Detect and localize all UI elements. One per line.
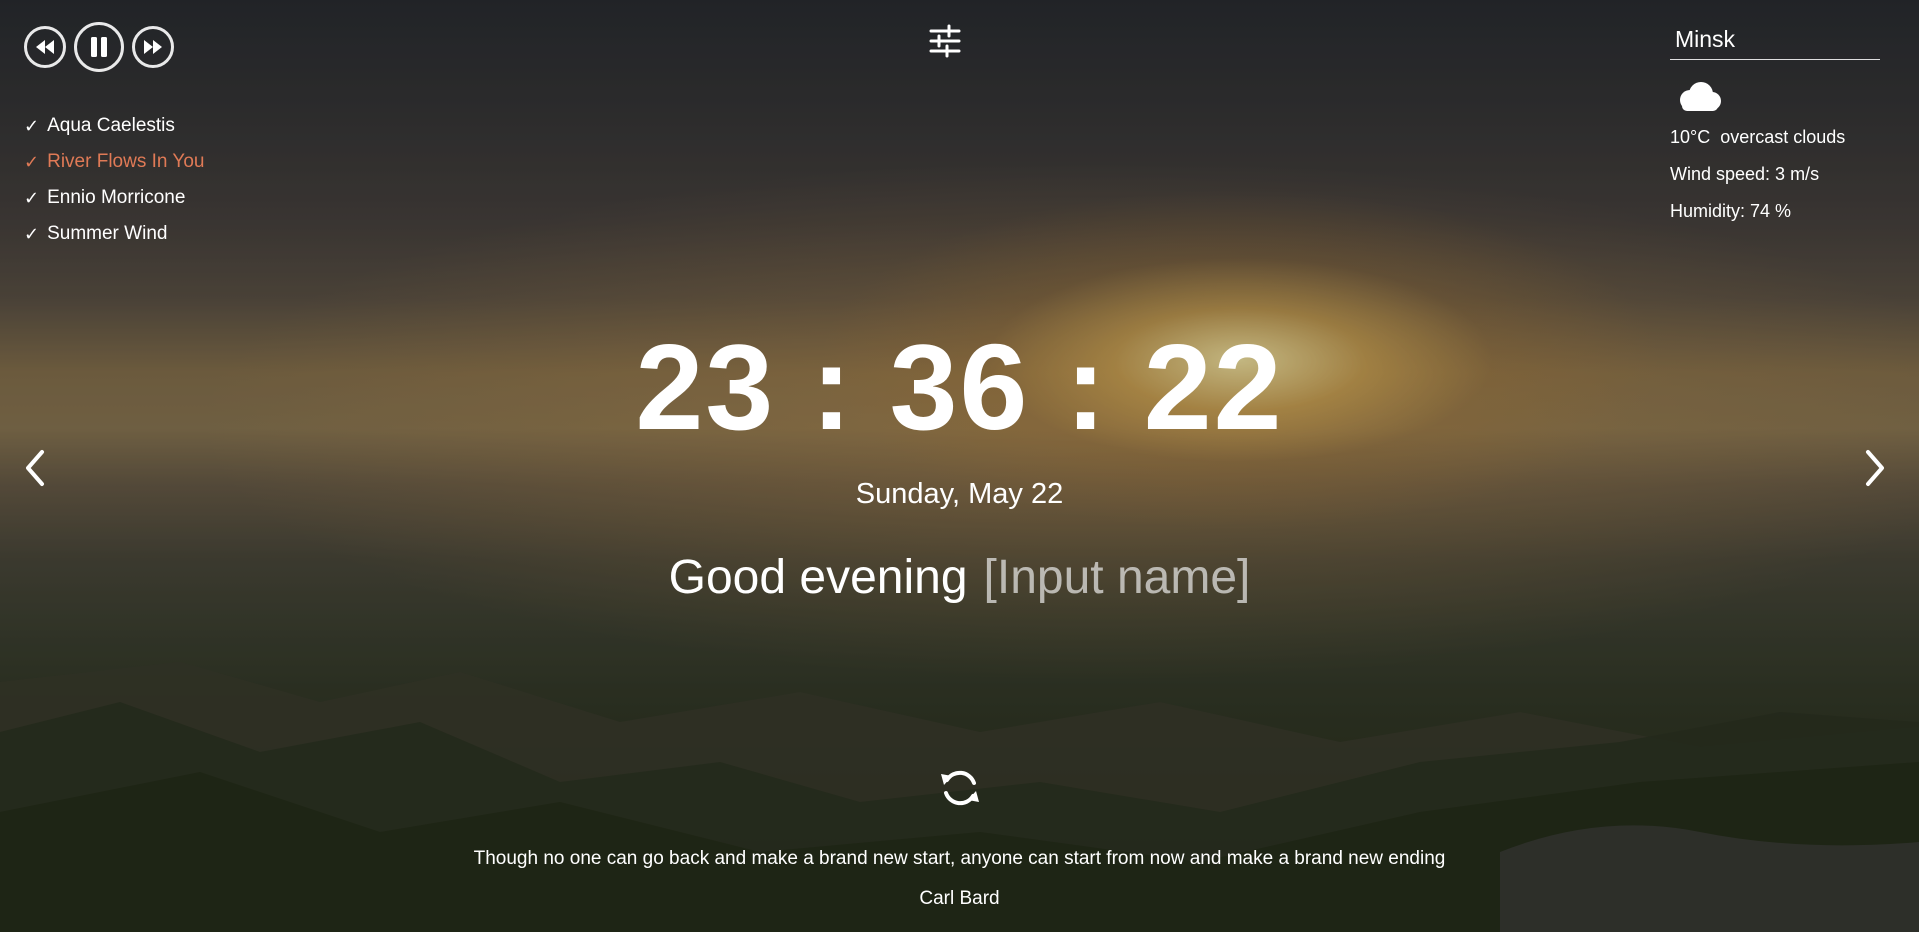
sliders-icon bbox=[929, 24, 961, 58]
playlist-item[interactable]: ✓ Ennio Morricone bbox=[24, 180, 204, 216]
check-icon: ✓ bbox=[24, 188, 40, 208]
playlist-item-active[interactable]: ✓ River Flows In You bbox=[24, 144, 204, 180]
pause-icon bbox=[91, 37, 107, 57]
play-pause-button[interactable] bbox=[74, 22, 124, 72]
audio-player bbox=[24, 22, 174, 72]
fast-forward-icon bbox=[144, 40, 162, 54]
play-next-button[interactable] bbox=[132, 26, 174, 68]
weather-description: overcast clouds bbox=[1720, 127, 1846, 147]
greeting: Good evening [Input name] bbox=[0, 550, 1919, 605]
playlist-item[interactable]: ✓ Aqua Caelestis bbox=[24, 108, 204, 144]
weather-summary: 10°C overcast clouds bbox=[1670, 124, 1882, 151]
check-icon: ✓ bbox=[24, 152, 40, 172]
wind-speed: Wind speed: 3 m/s bbox=[1670, 164, 1820, 184]
playlist: ✓ Aqua Caelestis ✓ River Flows In You ✓ Enn… bbox=[24, 108, 204, 252]
settings-button[interactable] bbox=[928, 24, 962, 58]
play-prev-button[interactable] bbox=[24, 26, 66, 68]
greeting-text: Good evening bbox=[668, 551, 968, 604]
humidity: Humidity: 74 % bbox=[1670, 201, 1792, 221]
clock-time: 23 : 36 : 22 bbox=[635, 319, 1284, 455]
refresh-icon bbox=[941, 770, 979, 806]
clock-date: Sunday, May 22 bbox=[855, 478, 1064, 510]
refresh-quote-button[interactable] bbox=[938, 766, 982, 810]
check-icon: ✓ bbox=[24, 224, 40, 244]
rewind-icon bbox=[36, 40, 54, 54]
quote-text: Though no one can go back and make a bra… bbox=[473, 848, 1446, 869]
playlist-item[interactable]: ✓ Summer Wind bbox=[24, 216, 204, 252]
check-icon: ✓ bbox=[24, 116, 40, 136]
weather-widget: 10°C overcast clouds Wind speed: 3 m/s Hu… bbox=[1670, 24, 1882, 225]
city-input[interactable] bbox=[1670, 24, 1880, 60]
cloud-icon bbox=[1674, 80, 1724, 114]
name-input[interactable]: [Input name] bbox=[984, 551, 1251, 604]
quote-author: Carl Bard bbox=[919, 888, 1000, 909]
temperature: 10°C bbox=[1670, 127, 1711, 147]
